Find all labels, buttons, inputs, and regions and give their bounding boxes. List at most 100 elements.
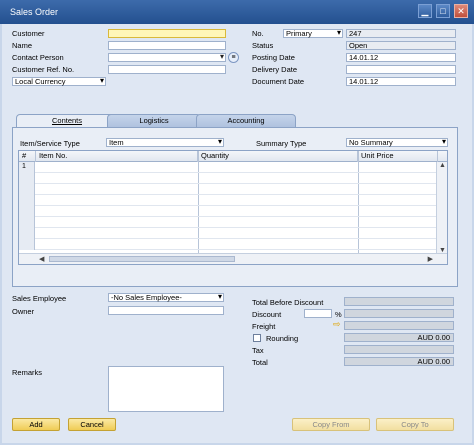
remarks-field[interactable] bbox=[108, 366, 224, 412]
contact-details-icon[interactable]: ≡ bbox=[228, 52, 239, 63]
discount-percent-field[interactable] bbox=[304, 309, 332, 318]
document-date-field[interactable]: 14.01.12 bbox=[346, 77, 456, 86]
rounding-field: AUD 0.00 bbox=[344, 333, 454, 342]
row-number bbox=[19, 206, 35, 217]
sales-employee-value: -No Sales Employee- bbox=[111, 293, 182, 302]
summary-type-select[interactable]: No Summary bbox=[346, 138, 448, 147]
table-row[interactable] bbox=[19, 184, 447, 195]
item-service-value: Item bbox=[109, 138, 124, 147]
row-number: 1 bbox=[19, 162, 35, 173]
add-button[interactable]: Add bbox=[12, 418, 60, 431]
contact-person-label: Contact Person bbox=[12, 53, 64, 62]
customer-ref-field[interactable] bbox=[108, 65, 226, 74]
maximize-icon[interactable]: □ bbox=[436, 4, 450, 18]
delivery-date-label: Delivery Date bbox=[252, 65, 298, 74]
title-bar[interactable]: Sales Order ▁ □ ✕ bbox=[0, 0, 474, 24]
cancel-button[interactable]: Cancel bbox=[68, 418, 116, 431]
row-number bbox=[19, 184, 35, 195]
item-service-select[interactable]: Item bbox=[106, 138, 224, 147]
total-label: Total bbox=[252, 358, 268, 367]
status-label: Status bbox=[252, 41, 274, 50]
tab-accounting[interactable]: Accounting bbox=[196, 114, 296, 127]
tab-logistics-label: Logistics bbox=[139, 116, 169, 125]
currency-select[interactable]: Local Currency bbox=[12, 77, 106, 86]
column-header-number[interactable]: # bbox=[19, 151, 36, 162]
sales-employee-select[interactable]: -No Sales Employee- bbox=[108, 293, 224, 302]
tax-label: Tax bbox=[252, 346, 264, 355]
total-field: AUD 0.00 bbox=[344, 357, 454, 366]
doc-number-field[interactable]: 247 bbox=[346, 29, 456, 38]
name-label: Name bbox=[12, 41, 33, 50]
row-number bbox=[19, 239, 35, 250]
doc-number-value: 247 bbox=[349, 29, 362, 38]
copy-from-button[interactable]: Copy From bbox=[292, 418, 370, 431]
customer-ref-label: Customer Ref. No. bbox=[12, 65, 75, 74]
delivery-date-field[interactable] bbox=[346, 65, 456, 74]
status-field: Open bbox=[346, 41, 456, 50]
item-service-label: Item/Service Type bbox=[20, 139, 80, 148]
document-date-label: Document Date bbox=[252, 77, 305, 86]
discount-label: Discount bbox=[252, 310, 282, 319]
table-row[interactable]: 1 bbox=[19, 162, 447, 173]
sales-employee-label: Sales Employee bbox=[12, 294, 67, 303]
total-before-discount-field bbox=[344, 297, 454, 306]
table-row[interactable] bbox=[19, 228, 447, 239]
minimize-icon[interactable]: ▁ bbox=[418, 4, 432, 18]
horizontal-scrollbar[interactable]: ◀ ▶ bbox=[19, 253, 447, 264]
table-row[interactable] bbox=[19, 217, 447, 228]
series-select[interactable]: Primary bbox=[283, 29, 343, 38]
table-row[interactable] bbox=[19, 195, 447, 206]
table-row[interactable] bbox=[19, 239, 447, 250]
freight-label: Freight bbox=[252, 322, 276, 331]
document-date-value: 14.01.12 bbox=[349, 77, 379, 86]
rounding-value: AUD 0.00 bbox=[417, 333, 450, 342]
tax-field bbox=[344, 345, 454, 354]
column-header-item-no[interactable]: Item No. bbox=[36, 151, 198, 162]
owner-field[interactable] bbox=[108, 306, 224, 315]
row-number bbox=[19, 217, 35, 228]
column-header-unit-price[interactable]: Unit Price bbox=[358, 151, 438, 162]
table-header: # Item No. Quantity Unit Price bbox=[19, 151, 447, 162]
percent-sign: % bbox=[335, 310, 342, 319]
sales-order-window: Sales Order ▁ □ ✕ Customer Name Contact … bbox=[0, 0, 474, 445]
table-row[interactable] bbox=[19, 173, 447, 184]
no-label: No. bbox=[252, 29, 264, 38]
summary-type-label: Summary Type bbox=[256, 139, 307, 148]
currency-value: Local Currency bbox=[15, 77, 66, 86]
name-field[interactable] bbox=[108, 41, 226, 50]
scroll-right-icon[interactable]: ▶ bbox=[428, 255, 433, 263]
remarks-label: Remarks bbox=[12, 368, 43, 377]
summary-type-value: No Summary bbox=[349, 138, 393, 147]
owner-label: Owner bbox=[12, 307, 35, 316]
posting-date-label: Posting Date bbox=[252, 53, 295, 62]
vertical-scrollbar[interactable]: ▲ ▼ bbox=[436, 162, 447, 254]
customer-label: Customer bbox=[12, 29, 45, 38]
copy-to-button[interactable]: Copy To bbox=[376, 418, 454, 431]
discount-amount-field bbox=[344, 309, 454, 318]
row-number bbox=[19, 195, 35, 206]
row-number bbox=[19, 228, 35, 239]
freight-arrow-icon[interactable]: ⇨ bbox=[333, 319, 341, 330]
posting-date-field[interactable]: 14.01.12 bbox=[346, 53, 456, 62]
contact-person-dropdown[interactable] bbox=[108, 53, 226, 62]
scroll-thumb[interactable] bbox=[49, 256, 235, 262]
customer-field[interactable] bbox=[108, 29, 226, 38]
total-before-discount-label: Total Before Discount bbox=[252, 298, 324, 307]
tab-contents[interactable]: Contents bbox=[16, 114, 118, 128]
scroll-up-icon[interactable]: ▲ bbox=[439, 162, 446, 169]
total-value: AUD 0.00 bbox=[417, 357, 450, 366]
scroll-left-icon[interactable]: ◀ bbox=[39, 255, 44, 263]
series-value: Primary bbox=[286, 29, 312, 38]
rounding-checkbox[interactable] bbox=[253, 334, 261, 342]
close-icon[interactable]: ✕ bbox=[454, 4, 468, 18]
row-number bbox=[19, 173, 35, 184]
column-header-quantity[interactable]: Quantity bbox=[198, 151, 358, 162]
tab-accounting-label: Accounting bbox=[227, 116, 265, 125]
items-table[interactable]: # Item No. Quantity Unit Price 1 ▲ ▼ ◀ ▶ bbox=[18, 150, 448, 265]
status-value: Open bbox=[349, 41, 368, 50]
freight-field bbox=[344, 321, 454, 330]
rounding-label: Rounding bbox=[266, 334, 299, 343]
window-title: Sales Order bbox=[10, 7, 59, 17]
table-row[interactable] bbox=[19, 206, 447, 217]
tab-logistics[interactable]: Logistics bbox=[107, 114, 201, 127]
